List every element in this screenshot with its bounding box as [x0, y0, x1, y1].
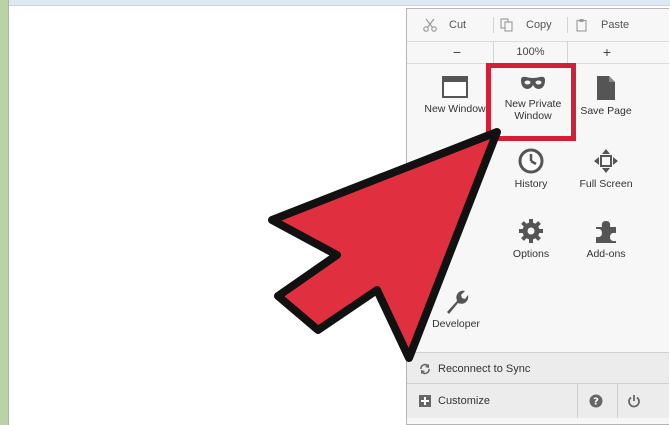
save-page-button[interactable]: Save Page [564, 75, 648, 141]
find-label: nd [429, 248, 441, 260]
zoom-out-button[interactable]: − [427, 41, 487, 63]
divider [567, 17, 568, 33]
clock-icon [518, 148, 544, 174]
copy-icon [500, 18, 513, 32]
paste-label: Paste [601, 19, 630, 31]
save-page-label: Save Page [580, 105, 632, 117]
paste-icon [576, 19, 587, 32]
options-button[interactable]: Options [489, 218, 573, 284]
scissors-icon [423, 18, 437, 32]
divider [577, 384, 578, 418]
gear-icon [519, 219, 543, 243]
sync-footer: Reconnect to Sync [407, 352, 669, 384]
new-window-label: New Window [424, 103, 486, 115]
wrench-icon [447, 290, 469, 314]
add-ons-button[interactable]: Add-ons [564, 218, 648, 284]
power-icon [628, 395, 640, 408]
plus-icon [419, 395, 431, 407]
history-button[interactable]: History [489, 148, 573, 214]
developer-button[interactable]: Developer [414, 288, 498, 354]
full-screen-label: Full Screen [579, 178, 633, 190]
toolbar-edge [9, 0, 670, 6]
quit-button[interactable] [627, 394, 641, 413]
developer-label: Developer [432, 318, 480, 330]
sync-label: Reconnect to Sync [438, 362, 531, 375]
page-icon [597, 76, 615, 100]
cut-label: Cut [449, 19, 467, 31]
full-screen-button[interactable]: Full Screen [564, 148, 648, 214]
divider [617, 384, 618, 418]
new-window-button[interactable]: New Window [413, 75, 497, 141]
zoom-in-button[interactable]: + [569, 41, 645, 63]
sync-icon [420, 363, 430, 374]
customize-footer: Customize ? [407, 383, 669, 418]
window-icon [442, 76, 468, 98]
zoom-controls: − 100% + [407, 41, 669, 64]
add-ons-label: Add-ons [586, 248, 626, 260]
cut-button[interactable]: Cut [423, 9, 466, 41]
reconnect-sync-button[interactable]: Reconnect to Sync [419, 353, 530, 384]
options-label: Options [512, 248, 550, 260]
history-label: History [514, 178, 548, 190]
customize-button[interactable]: Customize [419, 384, 490, 418]
find-button[interactable]: nd [429, 218, 479, 284]
svg-text:?: ? [593, 397, 599, 408]
divider [567, 41, 568, 63]
copy-label: Copy [526, 19, 552, 31]
edit-controls: Cut Copy Paste [407, 9, 669, 42]
zoom-reset-button[interactable]: 100% [494, 41, 567, 63]
paste-button[interactable]: Paste [575, 9, 629, 41]
divider [493, 17, 494, 33]
copy-button[interactable]: Copy [500, 9, 552, 41]
help-button[interactable]: ? [589, 394, 603, 413]
puzzle-icon [596, 221, 616, 243]
highlight-box [486, 63, 576, 141]
fullscreen-icon [594, 149, 618, 173]
help-icon: ? [589, 394, 603, 408]
customize-label: Customize [438, 395, 490, 407]
